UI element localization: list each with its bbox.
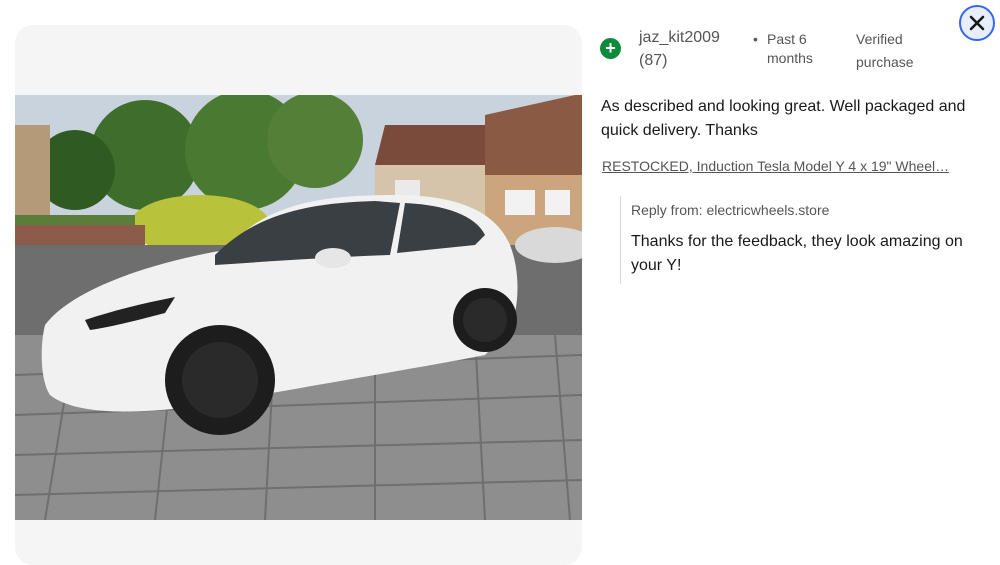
item-link[interactable]: RESTOCKED, Induction Tesla Model Y 4 x 1… xyxy=(602,156,962,176)
review-photo[interactable] xyxy=(15,95,582,520)
review-text: As described and looking great. Well pac… xyxy=(601,98,966,139)
photo-card xyxy=(15,25,582,565)
reply-from: Reply from: electricwheels.store xyxy=(631,202,830,218)
review-header: + jaz_kit2009 (87) • Past 6 months Verif… xyxy=(600,26,960,76)
reviewer-name[interactable]: jaz_kit2009 xyxy=(639,26,720,49)
close-button[interactable] xyxy=(959,5,995,41)
verified-purchase: Verified purchase xyxy=(856,31,914,70)
plus-circle-icon: + xyxy=(600,38,621,59)
reviewer-score: (87) xyxy=(639,52,668,69)
reply-text: Thanks for the feedback, they look amazi… xyxy=(631,233,963,274)
time-ago: Past 6 months xyxy=(767,31,813,66)
car-photo-illustration xyxy=(15,95,582,520)
separator-dot: • xyxy=(753,31,758,47)
close-icon xyxy=(969,15,985,31)
reviewer-info: jaz_kit2009 (87) xyxy=(639,26,720,72)
seller-reply: Reply from: electricwheels.store Thanks … xyxy=(620,196,965,284)
